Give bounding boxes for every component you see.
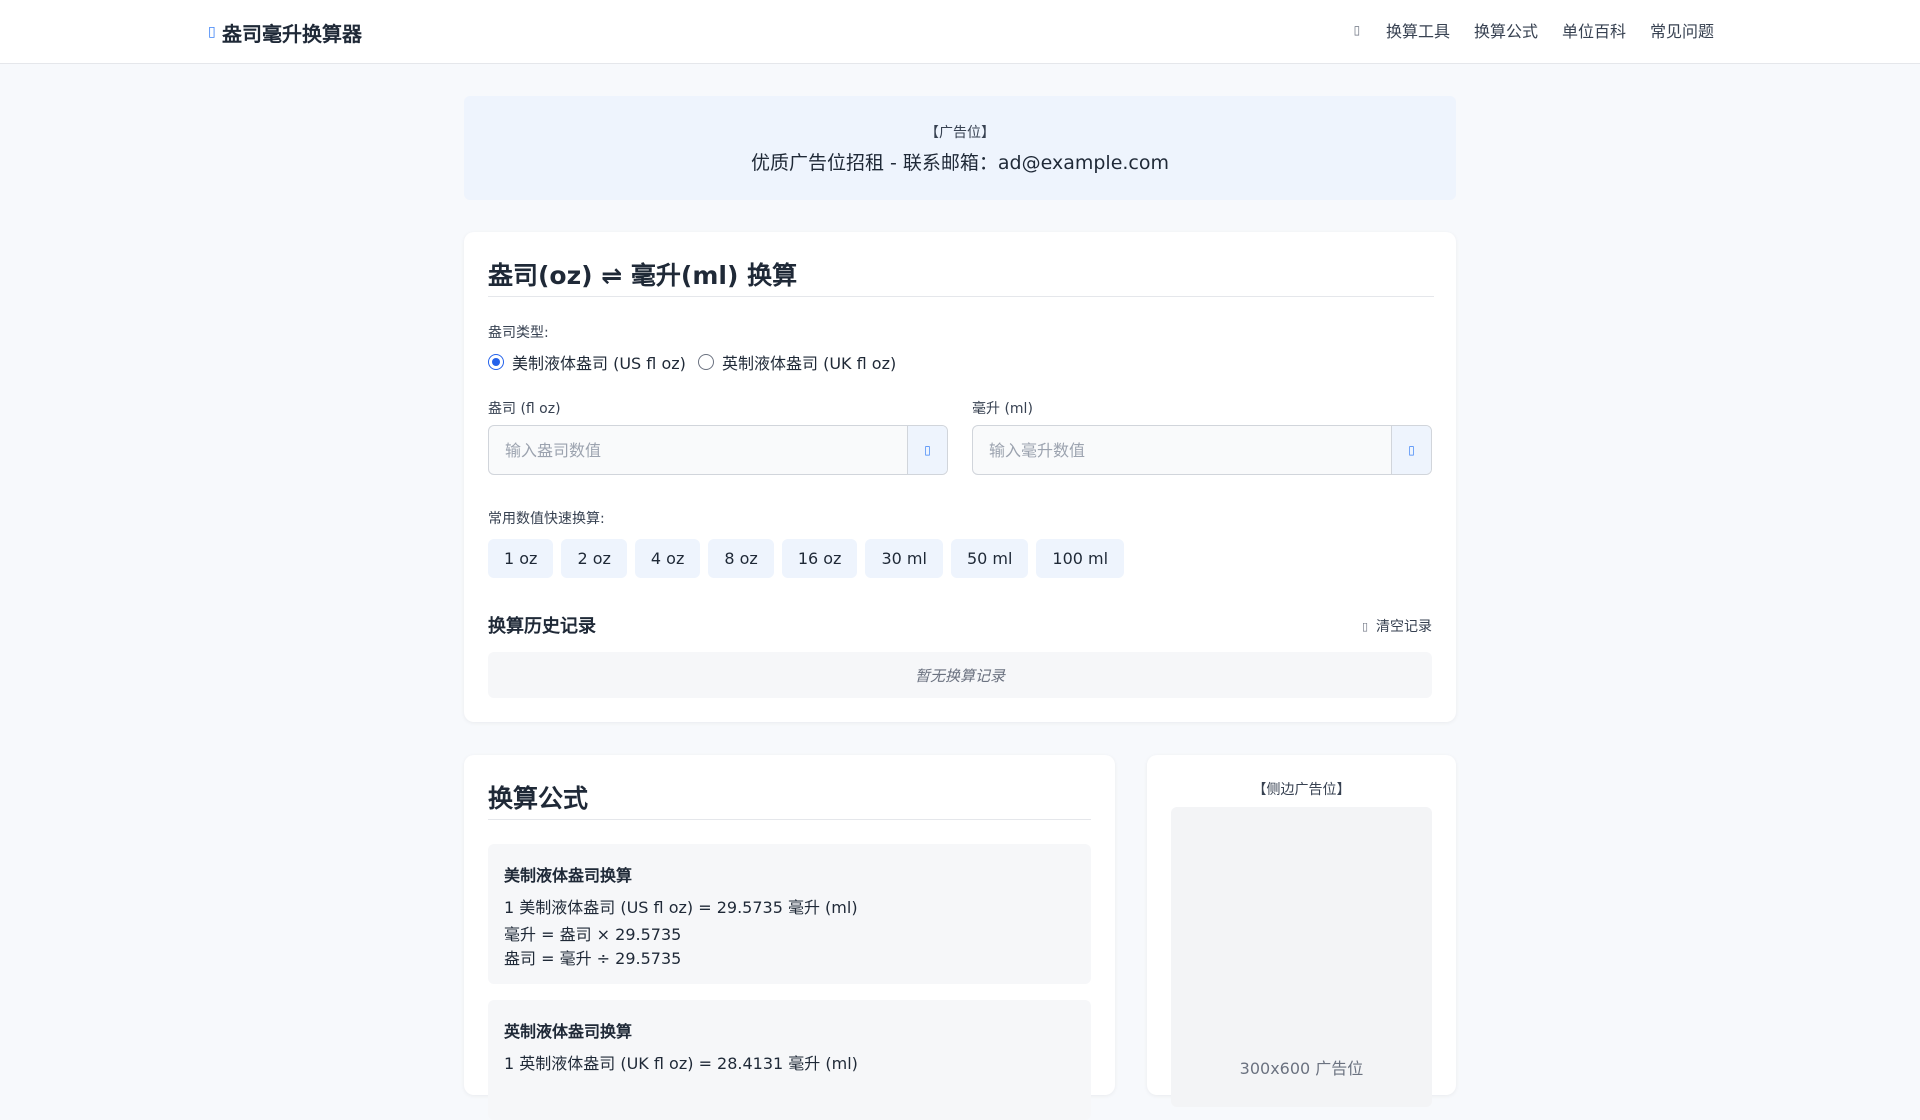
formula-card: 换算公式 美制液体盎司换算 1 美制液体盎司 (US fl oz) = 29.5… — [464, 755, 1115, 1120]
oz-input[interactable] — [489, 426, 907, 474]
side-ad-label: 【侧边广告位】 — [1252, 782, 1351, 798]
nav-link-encyclopedia[interactable]: 单位百科 — [1562, 18, 1626, 42]
formula-title: 换算公式 — [488, 784, 589, 813]
ad-banner-label: 【广告位】 — [925, 125, 995, 141]
radio-us-label: 美制液体盎司 (US fl oz) — [512, 354, 686, 373]
nav-link-faq[interactable]: 常见问题 — [1650, 18, 1714, 42]
quick-chip-8-oz[interactable]: 8 oz — [708, 539, 774, 578]
oz-input-group: ▯ — [488, 425, 948, 475]
quick-chip-30-ml[interactable]: 30 ml — [865, 539, 943, 578]
history-title: 换算历史记录 — [488, 616, 596, 637]
ad-banner-text: 优质广告位招租 - 联系邮箱：ad@example.com — [750, 152, 1170, 174]
nav-link-tools[interactable]: 换算工具 — [1386, 18, 1450, 42]
side-ad-slot[interactable]: 300x600 广告位 — [1171, 807, 1432, 1107]
copy-icon: ▯ — [924, 443, 931, 457]
oz-type-label: 盎司类型: — [488, 325, 549, 341]
nav-link-formula[interactable]: 换算公式 — [1474, 18, 1538, 42]
trash-icon: ▯ — [1361, 619, 1368, 633]
side-ad-card: 【侧边广告位】 300x600 广告位 — [1147, 755, 1456, 1107]
quick-chip-100-ml[interactable]: 100 ml — [1036, 539, 1125, 578]
radio-uk-label: 英制液体盎司 (UK fl oz) — [722, 354, 897, 373]
quick-chip-16-oz[interactable]: 16 oz — [781, 539, 858, 578]
ad-banner[interactable]: 【广告位】 优质广告位招租 - 联系邮箱：ad@example.com — [464, 96, 1456, 200]
formula-divider — [488, 819, 1091, 820]
copy-icon: ▯ — [1408, 443, 1415, 457]
radio-uk-fl-oz[interactable]: 英制液体盎司 (UK fl oz) — [698, 350, 896, 374]
uk-formula-box: 英制液体盎司换算 1 英制液体盎司 (UK fl oz) = 28.4131 毫… — [488, 1000, 1091, 1120]
ml-input[interactable] — [973, 426, 1391, 474]
title-divider — [488, 296, 1434, 297]
top-navigation-bar: ▯ 盎司毫升换算器 ▯ 换算工具 换算公式 单位百科 常见问题 — [0, 0, 1920, 64]
site-logo[interactable]: ▯ 盎司毫升换算器 — [208, 18, 362, 46]
quick-convert-row: 1 oz 2 oz 4 oz 8 oz 16 oz 30 ml 50 ml 10… — [488, 539, 1125, 578]
site-title: 盎司毫升换算器 — [222, 21, 362, 46]
us-formula-title: 美制液体盎司换算 — [504, 866, 633, 885]
clear-history-label: 清空记录 — [1376, 619, 1432, 635]
uk-formula-title: 英制液体盎司换算 — [504, 1022, 633, 1041]
us-formula-line: 盎司 = 毫升 ÷ 29.5735 — [504, 949, 682, 968]
us-formula-line: 毫升 = 盎司 × 29.5735 — [504, 925, 682, 944]
quick-convert-label: 常用数值快速换算: — [488, 511, 605, 527]
main-nav: ▯ 换算工具 换算公式 单位百科 常见问题 — [1352, 18, 1714, 42]
globe-icon[interactable]: ▯ — [1352, 23, 1362, 37]
history-empty-state: 暂无换算记录 — [488, 652, 1432, 698]
oz-copy-button[interactable]: ▯ — [907, 426, 947, 474]
ml-input-group: ▯ — [972, 425, 1432, 475]
quick-chip-1-oz[interactable]: 1 oz — [488, 539, 554, 578]
ml-copy-button[interactable]: ▯ — [1391, 426, 1431, 474]
oz-field-label: 盎司 (fl oz) — [488, 401, 561, 417]
quick-chip-2-oz[interactable]: 2 oz — [561, 539, 627, 578]
radio-checked-icon — [488, 354, 504, 370]
radio-us-fl-oz[interactable]: 美制液体盎司 (US fl oz) — [488, 350, 686, 374]
liquid-drop-icon: ▯ — [208, 24, 216, 40]
quick-chip-4-oz[interactable]: 4 oz — [634, 539, 701, 578]
us-formula-box: 美制液体盎司换算 1 美制液体盎司 (US fl oz) = 29.5735 毫… — [488, 844, 1091, 984]
us-formula-line: 1 美制液体盎司 (US fl oz) = 29.5735 毫升 (ml) — [504, 898, 858, 917]
side-ad-slot-text: 300x600 广告位 — [1239, 1059, 1364, 1078]
radio-unchecked-icon — [698, 354, 714, 370]
clear-history-button[interactable]: ▯ 清空记录 — [1362, 616, 1432, 636]
converter-title: 盎司(oz) ⇌ 毫升(ml) 换算 — [488, 261, 798, 290]
ml-field-label: 毫升 (ml) — [972, 401, 1033, 417]
quick-chip-50-ml[interactable]: 50 ml — [950, 539, 1029, 578]
uk-formula-line: 1 英制液体盎司 (UK fl oz) = 28.4131 毫升 (ml) — [504, 1054, 858, 1073]
converter-card: 盎司(oz) ⇌ 毫升(ml) 换算 盎司类型: 美制液体盎司 (US fl o… — [464, 232, 1456, 722]
